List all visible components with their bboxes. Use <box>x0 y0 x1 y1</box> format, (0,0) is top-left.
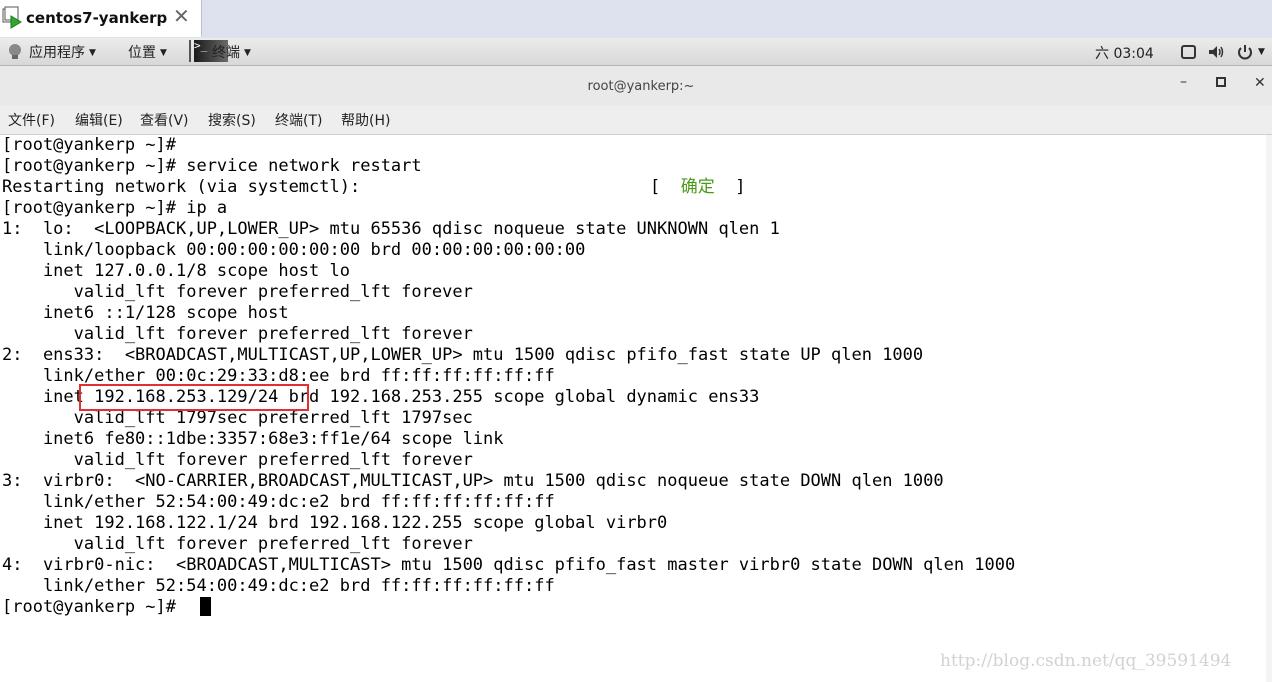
terminal-line: 4: virbr0-nic: <BROADCAST,MULTICAST> mtu… <box>2 555 1016 575</box>
minimize-button[interactable]: – <box>1180 74 1187 90</box>
window-overview-icon[interactable] <box>1180 43 1198 61</box>
close-button[interactable]: ✕ <box>1254 75 1266 91</box>
ip-highlight-box <box>79 384 309 411</box>
clock[interactable]: 六 03:04 <box>1095 43 1154 63</box>
vm-tab-bar: centos7-yankerp ✕ <box>0 0 1272 38</box>
status-ok: [ 确定 ] <box>650 177 745 198</box>
terminal-line: valid_lft forever preferred_lft forever <box>2 534 473 554</box>
chevron-down-icon[interactable]: ▼ <box>1258 47 1265 57</box>
menu-view[interactable]: 查看(V) <box>140 110 189 130</box>
scrollbar[interactable] <box>1266 135 1272 682</box>
terminal-line: Restarting network (via systemctl): <box>2 177 361 197</box>
terminal-line: link/ether 52:54:00:49:dc:e2 brd ff:ff:f… <box>2 576 555 596</box>
terminal-line: valid_lft forever preferred_lft forever <box>2 324 473 344</box>
terminal-line: valid_lft forever preferred_lft forever <box>2 282 473 302</box>
terminal-line: link/loopback 00:00:00:00:00:00 brd 00:0… <box>2 240 586 260</box>
status-ok-text: 确定 <box>680 177 715 197</box>
places-menu-label: 位置 <box>128 45 156 61</box>
terminal-line: inet 192.168.122.1/24 brd 192.168.122.25… <box>2 513 668 533</box>
terminal-line: inet 127.0.0.1/8 scope host lo <box>2 261 350 281</box>
menu-help[interactable]: 帮助(H) <box>341 110 390 130</box>
chevron-down-icon: ▼ <box>160 48 167 58</box>
power-icon[interactable] <box>1236 43 1254 61</box>
menu-search[interactable]: 搜索(S) <box>208 110 256 130</box>
menu-file[interactable]: 文件(F) <box>8 110 55 130</box>
terminal-prompt: [root@yankerp ~]# <box>2 597 176 617</box>
terminal-line: [root@yankerp ~]# service network restar… <box>2 156 422 176</box>
vm-tab[interactable]: centos7-yankerp ✕ <box>0 0 202 37</box>
applications-menu[interactable]: 应用程序 ▼ <box>29 42 96 62</box>
vm-tab-close-icon[interactable]: ✕ <box>173 6 190 26</box>
terminal-line: inet6 fe80::1dbe:3357:68e3:ff1e/64 scope… <box>2 429 504 449</box>
menu-terminal[interactable]: 终端(T) <box>275 110 322 130</box>
maximize-icon <box>1216 77 1226 87</box>
vm-running-icon <box>2 6 22 29</box>
menu-bar: 文件(F) 编辑(E) 查看(V) 搜索(S) 终端(T) 帮助(H) <box>0 106 1272 135</box>
terminal-line: valid_lft 1797sec preferred_lft 1797sec <box>2 408 473 428</box>
status-close-bracket: ] <box>714 177 746 197</box>
chevron-down-icon: ▼ <box>89 48 96 58</box>
window-title-bar: root@yankerp:~ – ✕ <box>0 66 1272 106</box>
menu-edit[interactable]: 编辑(E) <box>75 110 123 130</box>
watermark: http://blog.csdn.net/qq_39591494 <box>940 651 1232 671</box>
window-title: root@yankerp:~ <box>587 79 695 94</box>
terminal-line: [root@yankerp ~]# <box>2 135 176 155</box>
vm-tab-title: centos7-yankerp <box>26 9 168 27</box>
maximize-button[interactable] <box>1216 76 1226 90</box>
text-cursor <box>200 597 211 616</box>
volume-icon[interactable] <box>1207 43 1225 61</box>
terminal-line: link/ether 52:54:00:49:dc:e2 brd ff:ff:f… <box>2 492 555 512</box>
terminal-line: [root@yankerp ~]# ip a <box>2 198 228 218</box>
terminal-line: inet6 ::1/128 scope host <box>2 303 289 323</box>
terminal-app-label: 终端 <box>212 45 240 61</box>
gnome-top-bar: 应用程序 ▼ 位置 ▼ >_ 终端 ▼ 六 03:04 ▼ <box>0 38 1272 66</box>
applications-menu-label: 应用程序 <box>29 45 85 61</box>
status-open-bracket: [ <box>650 177 681 197</box>
separator <box>189 40 191 62</box>
terminal-app-menu[interactable]: 终端 ▼ <box>212 42 251 62</box>
terminal-line: valid_lft forever preferred_lft forever <box>2 450 473 470</box>
chevron-down-icon: ▼ <box>244 48 251 58</box>
places-menu[interactable]: 位置 ▼ <box>128 42 167 62</box>
applications-menu-icon <box>9 44 21 59</box>
terminal-line: 2: ens33: <BROADCAST,MULTICAST,UP,LOWER_… <box>2 345 924 365</box>
terminal-line: 3: virbr0: <NO-CARRIER,BROADCAST,MULTICA… <box>2 471 944 491</box>
terminal-line: 1: lo: <LOOPBACK,UP,LOWER_UP> mtu 65536 … <box>2 219 780 239</box>
